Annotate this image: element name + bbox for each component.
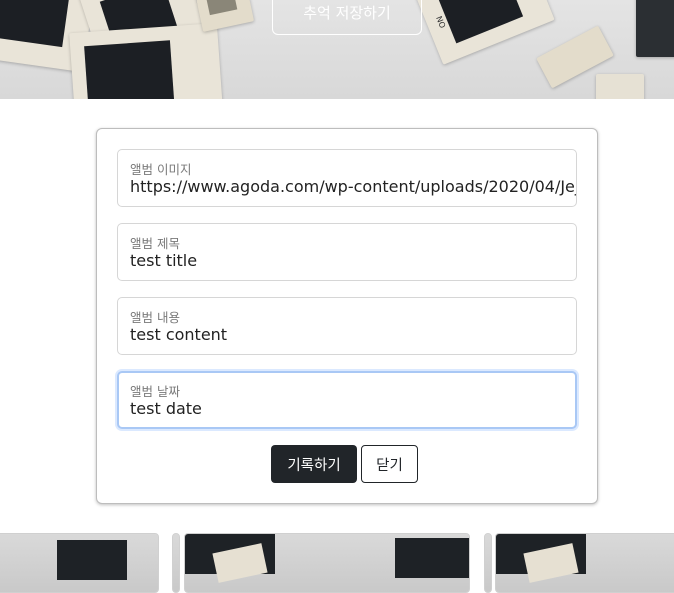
album-card-image-detail [57, 540, 127, 580]
album-image-input[interactable] [130, 177, 576, 196]
album-image-field[interactable]: 앨범 이미지 [117, 149, 577, 207]
album-card-image [173, 534, 179, 592]
album-date-input[interactable] [130, 399, 575, 418]
album-card[interactable] [0, 533, 159, 593]
album-content-field[interactable]: 앨범 내용 [117, 297, 577, 355]
close-button[interactable]: 닫기 [361, 445, 418, 483]
record-button[interactable]: 기록하기 [271, 445, 357, 483]
album-title-input[interactable] [130, 251, 576, 270]
album-card[interactable] [484, 533, 492, 593]
photo-slide: ON [415, 0, 555, 65]
hero-banner: NO ON 추억 저장하기 [0, 0, 674, 99]
album-title-field[interactable]: 앨범 제목 [117, 223, 577, 281]
album-card[interactable] [172, 533, 180, 593]
album-card-row [0, 533, 674, 593]
album-image-label: 앨범 이미지 [130, 162, 192, 177]
album-card-image [485, 534, 491, 592]
photo-slide [596, 74, 644, 99]
album-form-card: 앨범 이미지 앨범 제목 앨범 내용 앨범 날짜 기록하기 닫기 [96, 128, 598, 504]
album-card[interactable] [184, 533, 470, 593]
photo-slide [193, 0, 255, 32]
album-date-field[interactable]: 앨범 날짜 [117, 371, 577, 429]
album-card-image-detail [395, 538, 469, 578]
album-date-label: 앨범 날짜 [130, 384, 180, 399]
save-memory-button[interactable]: 추억 저장하기 [272, 0, 422, 35]
album-title-label: 앨범 제목 [130, 236, 180, 251]
album-content-label: 앨범 내용 [130, 310, 180, 325]
photo-slide [69, 22, 223, 99]
album-content-input[interactable] [130, 325, 576, 344]
camera-body [636, 0, 674, 57]
album-card[interactable] [495, 533, 674, 593]
